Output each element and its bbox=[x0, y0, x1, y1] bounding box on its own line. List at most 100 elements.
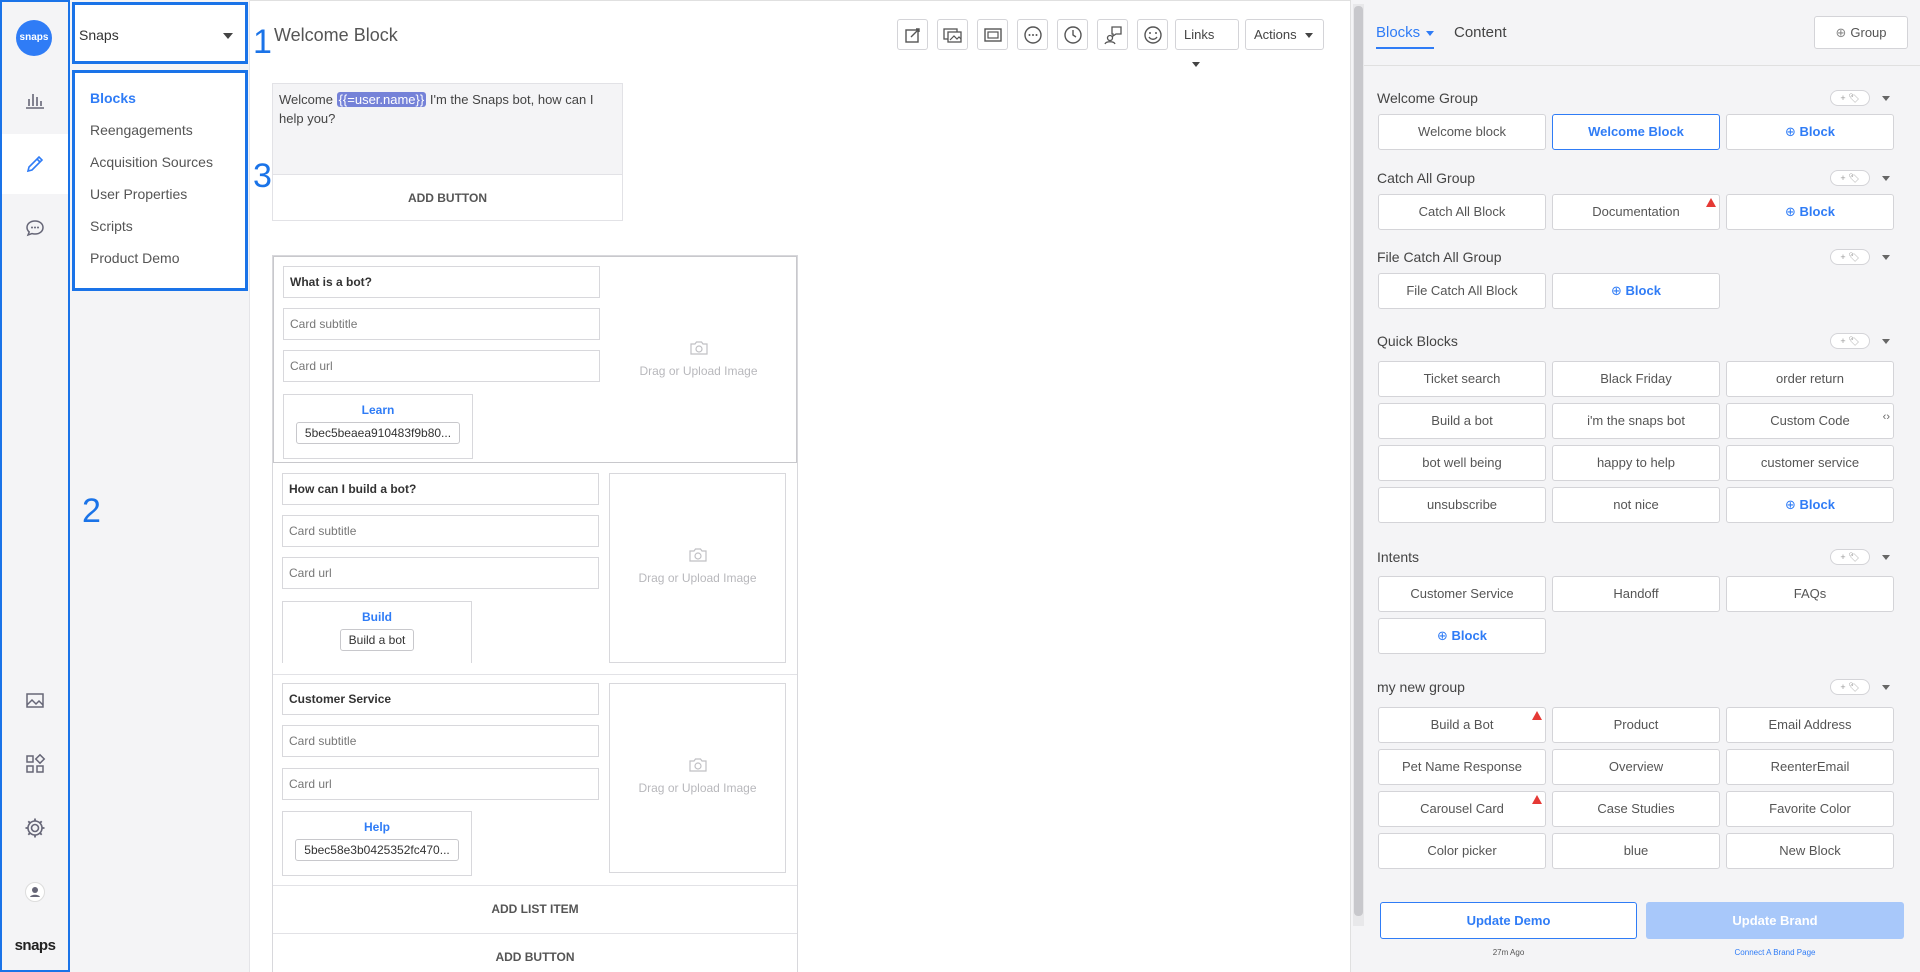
block-button[interactable]: Pet Name Response bbox=[1378, 749, 1546, 785]
edit-pencil-icon[interactable] bbox=[2, 134, 68, 194]
group-tag-icon[interactable]: + 🏷 bbox=[1830, 90, 1870, 106]
chat-bubble-icon[interactable] bbox=[2, 198, 68, 258]
chevron-down-icon[interactable] bbox=[1882, 176, 1890, 181]
block-button[interactable]: Handoff bbox=[1552, 576, 1720, 612]
delay-clock-icon[interactable] bbox=[1057, 19, 1088, 50]
chevron-down-icon[interactable] bbox=[1882, 685, 1890, 690]
nav-item-acquisition-sources[interactable]: Acquisition Sources bbox=[90, 154, 213, 170]
card-title-input[interactable]: Customer Service bbox=[282, 683, 599, 715]
block-button[interactable]: Email Address bbox=[1726, 707, 1894, 743]
group-tag-icon[interactable]: + 🏷 bbox=[1830, 549, 1870, 565]
block-button[interactable]: unsubscribe bbox=[1378, 487, 1546, 523]
card-subtitle-input[interactable]: Card subtitle bbox=[282, 725, 599, 757]
nav-item-reengagements[interactable]: Reengagements bbox=[90, 122, 193, 138]
block-button[interactable]: bot well being bbox=[1378, 445, 1546, 481]
card-title-input[interactable]: How can I build a bot? bbox=[282, 473, 599, 505]
media-library-icon[interactable] bbox=[2, 670, 68, 730]
block-button[interactable]: Ticket search bbox=[1378, 361, 1546, 397]
settings-gear-icon[interactable] bbox=[2, 798, 68, 858]
card-button[interactable]: Help 5bec58e3b0425352fc470... bbox=[282, 811, 472, 876]
block-button[interactable]: Welcome Block bbox=[1552, 114, 1720, 150]
block-button[interactable]: customer service bbox=[1726, 445, 1894, 481]
add-list-item-button[interactable]: ADD LIST ITEM bbox=[273, 885, 797, 932]
block-button[interactable]: Black Friday bbox=[1552, 361, 1720, 397]
chevron-down-icon[interactable] bbox=[1882, 96, 1890, 101]
block-button[interactable]: order return bbox=[1726, 361, 1894, 397]
group-tag-icon[interactable]: + 🏷 bbox=[1830, 249, 1870, 265]
block-button[interactable]: ReenterEmail bbox=[1726, 749, 1894, 785]
card-subtitle-input[interactable]: Card subtitle bbox=[282, 515, 599, 547]
card-button-target[interactable]: 5bec5beaea910483f9b80... bbox=[295, 422, 461, 444]
block-button[interactable]: Custom Code ‹› bbox=[1726, 403, 1894, 439]
block-button[interactable]: Product bbox=[1552, 707, 1720, 743]
block-button[interactable]: Overview bbox=[1552, 749, 1720, 785]
chevron-down-icon[interactable] bbox=[1882, 555, 1890, 560]
user-avatar-icon[interactable] bbox=[2, 862, 68, 922]
group-tag-icon[interactable]: + 🏷 bbox=[1830, 170, 1870, 186]
card-title-input[interactable]: What is a bot? bbox=[283, 266, 600, 298]
card-button[interactable]: Learn 5bec5beaea910483f9b80... bbox=[283, 394, 473, 459]
block-button[interactable]: not nice bbox=[1552, 487, 1720, 523]
add-button[interactable]: ADD BUTTON bbox=[273, 933, 797, 972]
actions-dropdown[interactable]: Actions bbox=[1245, 19, 1324, 50]
chevron-down-icon[interactable] bbox=[1882, 255, 1890, 260]
panel-scrollbar[interactable] bbox=[1353, 4, 1364, 926]
bot-selector[interactable]: Snaps bbox=[72, 2, 248, 64]
card-button-target[interactable]: Build a bot bbox=[339, 629, 415, 651]
block-button[interactable]: Build a bot bbox=[1378, 403, 1546, 439]
card-url-input[interactable]: Card url bbox=[283, 350, 600, 382]
card-url-input[interactable]: Card url bbox=[282, 557, 599, 589]
integrations-grid-icon[interactable] bbox=[2, 734, 68, 794]
add-block-button[interactable]: ⊕ Block bbox=[1726, 487, 1894, 523]
block-button[interactable]: Catch All Block bbox=[1378, 194, 1546, 230]
block-button[interactable]: Documentation bbox=[1552, 194, 1720, 230]
nav-item-scripts[interactable]: Scripts bbox=[90, 218, 133, 234]
group-tag-icon[interactable]: + 🏷 bbox=[1830, 333, 1870, 349]
block-button[interactable]: Welcome block bbox=[1378, 114, 1546, 150]
image-upload-area[interactable]: Drag or Upload Image bbox=[610, 257, 787, 462]
block-button[interactable]: Case Studies bbox=[1552, 791, 1720, 827]
group-tag-icon[interactable]: + 🏷 bbox=[1830, 679, 1870, 695]
block-button[interactable]: New Block bbox=[1726, 833, 1894, 869]
add-block-button[interactable]: ⊕ Block bbox=[1552, 273, 1720, 309]
nav-item-blocks[interactable]: Blocks bbox=[90, 90, 136, 106]
chevron-down-icon[interactable] bbox=[1882, 339, 1890, 344]
add-block-button[interactable]: ⊕ Block bbox=[1726, 194, 1894, 230]
add-image-icon[interactable] bbox=[977, 19, 1008, 50]
card-button-target[interactable]: 5bec58e3b0425352fc470... bbox=[295, 839, 459, 861]
snaps-logo[interactable]: snaps bbox=[16, 20, 52, 56]
user-name-variable-tag[interactable]: {{=user.name}} bbox=[336, 92, 427, 107]
block-button[interactable]: Carousel Card bbox=[1378, 791, 1546, 827]
tab-blocks[interactable]: Blocks bbox=[1376, 24, 1435, 49]
text-message-body[interactable]: Welcome {{=user.name}} I'm the Snaps bot… bbox=[273, 84, 622, 174]
add-block-button[interactable]: ⊕ Block bbox=[1378, 618, 1546, 654]
block-button[interactable]: blue bbox=[1552, 833, 1720, 869]
nav-item-product-demo[interactable]: Product Demo bbox=[90, 250, 179, 266]
block-button[interactable]: File Catch All Block bbox=[1378, 273, 1546, 309]
analytics-icon[interactable] bbox=[2, 70, 68, 130]
card-button[interactable]: Build Build a bot bbox=[282, 601, 472, 663]
links-dropdown[interactable]: Links bbox=[1175, 19, 1239, 68]
add-text-icon[interactable] bbox=[897, 19, 928, 50]
add-button[interactable]: ADD BUTTON bbox=[273, 174, 622, 221]
typing-indicator-icon[interactable] bbox=[1017, 19, 1048, 50]
emoji-smile-icon[interactable] bbox=[1137, 19, 1168, 50]
block-button[interactable]: Favorite Color bbox=[1726, 791, 1894, 827]
update-brand-button[interactable]: Update Brand bbox=[1646, 902, 1904, 939]
image-upload-area[interactable]: Drag or Upload Image bbox=[609, 473, 786, 663]
add-group-button[interactable]: ⊕ Group bbox=[1814, 16, 1908, 49]
card-subtitle-input[interactable]: Card subtitle bbox=[283, 308, 600, 340]
block-button[interactable]: FAQs bbox=[1726, 576, 1894, 612]
user-input-icon[interactable] bbox=[1097, 19, 1128, 50]
block-button[interactable]: Color picker bbox=[1378, 833, 1546, 869]
block-button[interactable]: i'm the snaps bot bbox=[1552, 403, 1720, 439]
block-button[interactable]: Customer Service bbox=[1378, 576, 1546, 612]
nav-item-user-properties[interactable]: User Properties bbox=[90, 186, 187, 202]
tab-content[interactable]: Content bbox=[1454, 24, 1507, 41]
card-url-input[interactable]: Card url bbox=[282, 768, 599, 800]
block-button[interactable]: happy to help bbox=[1552, 445, 1720, 481]
scrollbar-thumb[interactable] bbox=[1354, 6, 1363, 916]
block-button[interactable]: Build a Bot bbox=[1378, 707, 1546, 743]
image-upload-area[interactable]: Drag or Upload Image bbox=[609, 683, 786, 873]
add-gallery-icon[interactable] bbox=[937, 19, 968, 50]
